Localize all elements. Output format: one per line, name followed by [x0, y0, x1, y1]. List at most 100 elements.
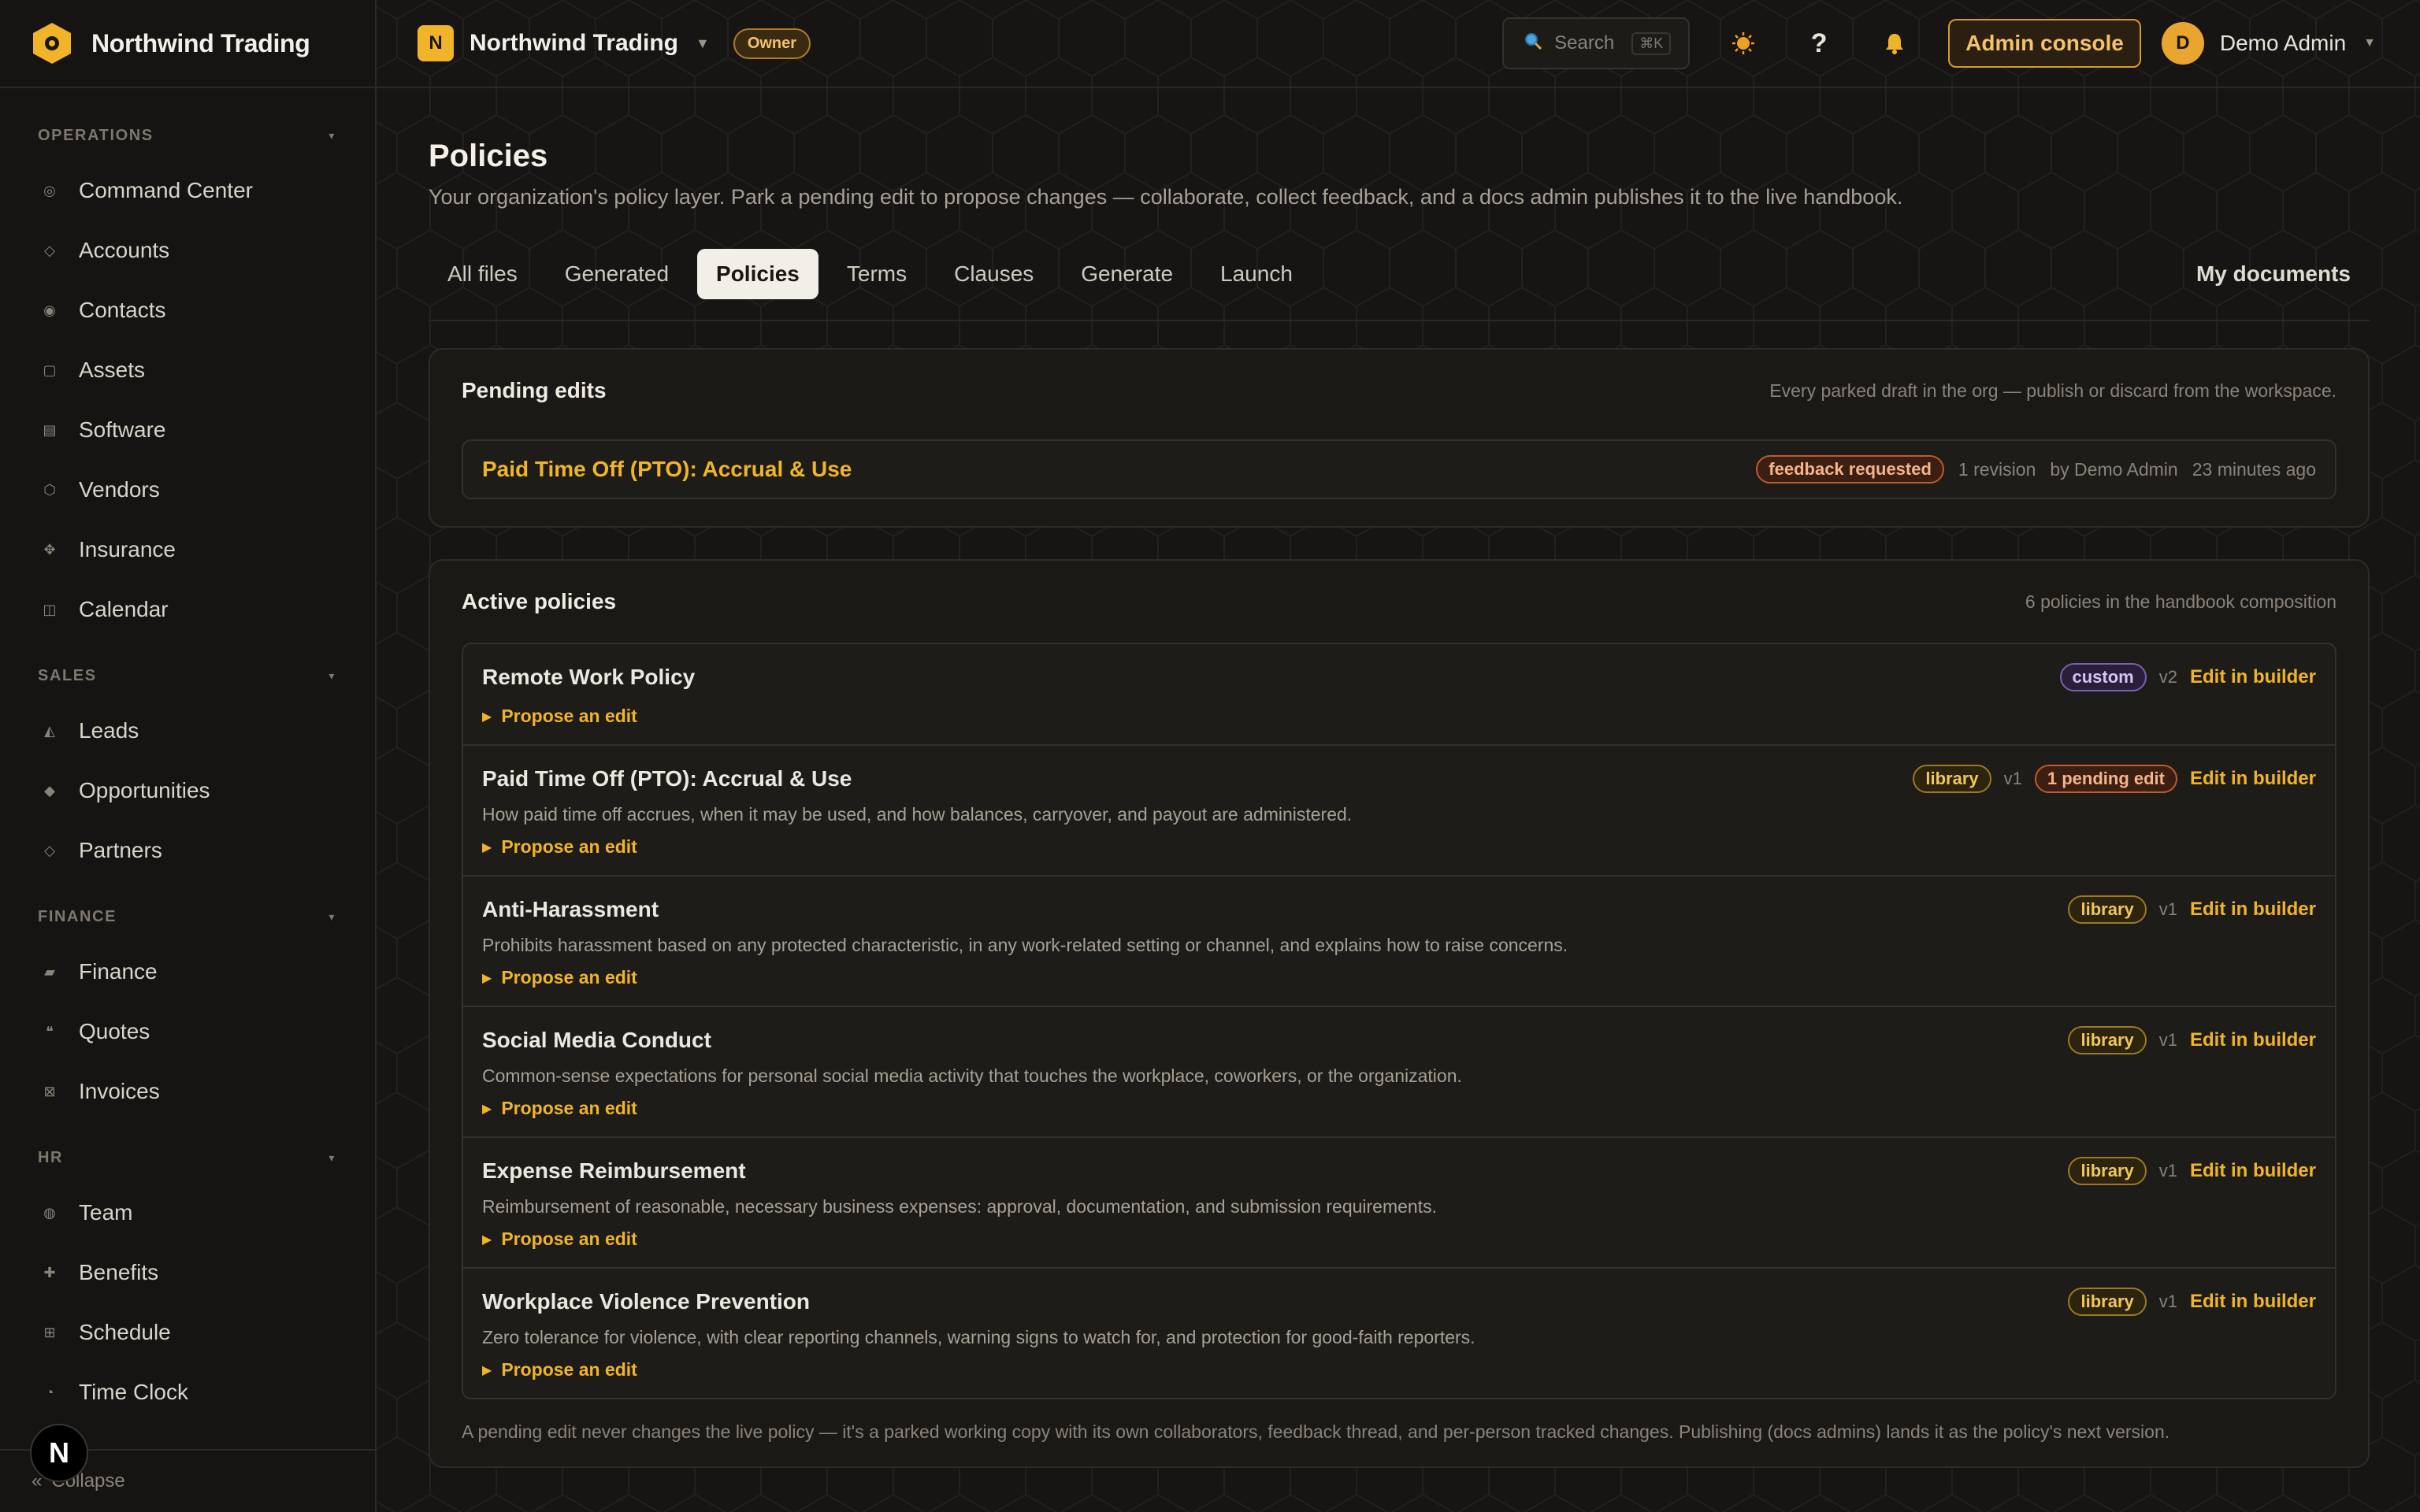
sidebar-item-contacts[interactable]: ◉ Contacts — [0, 280, 375, 340]
sidebar-item-leads[interactable]: ◭ Leads — [0, 701, 375, 761]
pending-edits-title: Pending edits — [462, 378, 607, 402]
theme-toggle-icon[interactable] — [1721, 21, 1765, 65]
tab-all-files[interactable]: All files — [429, 249, 536, 299]
policy-row: Expense Reimbursement library v1 Edit in bu… — [463, 1138, 2335, 1269]
search-icon — [1523, 31, 1543, 57]
propose-edit-toggle[interactable]: ▶ Propose an edit — [482, 967, 2316, 988]
admin-console-button[interactable]: Admin console — [1948, 19, 2141, 68]
chevron-down-icon[interactable]: ▾ — [328, 910, 336, 924]
chevron-down-icon[interactable]: ▾ — [328, 669, 336, 683]
nav-section-header[interactable]: SALES ▾ — [0, 658, 375, 693]
floating-n-badge[interactable]: N — [30, 1424, 88, 1482]
policy-name[interactable]: Anti-Harassment — [482, 897, 659, 922]
nav-section-header[interactable]: HR ▾ — [0, 1140, 375, 1175]
sidebar-item-accounts[interactable]: ◇ Accounts — [0, 220, 375, 280]
pending-edits-card: Pending edits Every parked draft in the … — [429, 348, 2370, 528]
propose-edit-label: Propose an edit — [501, 836, 637, 857]
sidebar-item-insurance[interactable]: ✥ Insurance — [0, 520, 375, 580]
policy-meta: library v1 Edit in builder — [2068, 1288, 2316, 1316]
role-badge: Owner — [733, 28, 811, 59]
sidebar-item-label: Time Clock — [79, 1380, 188, 1404]
sidebar-item-software[interactable]: ▤ Software — [0, 400, 375, 460]
pending-edit-title[interactable]: Paid Time Off (PTO): Accrual & Use — [482, 457, 852, 482]
help-icon[interactable]: ? — [1797, 21, 1841, 65]
dot-icon: ◉ — [43, 302, 56, 318]
sidebar-item-time-clock[interactable]: ◔ Time Clock — [0, 1362, 375, 1422]
tab-generated[interactable]: Generated — [546, 249, 688, 299]
user-menu[interactable]: Demo Admin — [2220, 31, 2346, 56]
notifications-bell-icon[interactable] — [1873, 21, 1917, 65]
policy-name[interactable]: Social Media Conduct — [482, 1028, 711, 1053]
nav-section-header[interactable]: OPERATIONS ▾ — [0, 118, 375, 153]
edit-in-builder-link[interactable]: Edit in builder — [2190, 1160, 2316, 1182]
policy-header: Workplace Violence Prevention library v1 Ed… — [482, 1288, 2316, 1316]
sidebar-item-benefits[interactable]: ✚ Benefits — [0, 1243, 375, 1303]
sidebar-item-label: Quotes — [79, 1019, 150, 1043]
policy-name[interactable]: Paid Time Off (PTO): Accrual & Use — [482, 766, 852, 791]
edit-in-builder-link[interactable]: Edit in builder — [2190, 768, 2316, 790]
policy-source-badge: library — [2068, 1026, 2147, 1054]
diamond-filled-icon: ◆ — [44, 782, 55, 799]
hexagon-icon: ⬡ — [43, 481, 56, 498]
sidebar-item-team[interactable]: ◍ Team — [0, 1183, 375, 1243]
edit-in-builder-link[interactable]: Edit in builder — [2190, 1291, 2316, 1313]
tab-launch[interactable]: Launch — [1201, 249, 1312, 299]
user-caret-icon[interactable]: ▼ — [2363, 36, 2376, 50]
tab-terms[interactable]: Terms — [828, 249, 926, 299]
policy-description: How paid time off accrues, when it may b… — [482, 804, 1353, 825]
policy-source-badge: library — [2068, 1157, 2147, 1185]
propose-edit-toggle[interactable]: ▶ Propose an edit — [482, 836, 2316, 858]
sidebar-item-label: Leads — [79, 718, 139, 743]
sidebar-item-invoices[interactable]: ⊠ Invoices — [0, 1062, 375, 1121]
user-avatar[interactable]: D — [2161, 22, 2204, 65]
propose-edit-toggle[interactable]: ▶ Propose an edit — [482, 1359, 2316, 1380]
sidebar: Northwind Trading OPERATIONS ▾ ◎ Command Ce… — [0, 0, 377, 1512]
pending-edit-row[interactable]: Paid Time Off (PTO): Accrual & Use feedb… — [462, 439, 2336, 499]
policy-description: Reimbursement of reasonable, necessary b… — [482, 1196, 1437, 1217]
sidebar-item-command-center[interactable]: ◎ Command Center — [0, 161, 375, 220]
sidebar-item-label: Invoices — [79, 1079, 160, 1103]
plus-icon: ✚ — [43, 1264, 56, 1280]
policy-name[interactable]: Workplace Violence Prevention — [482, 1289, 810, 1314]
disclosure-triangle-icon: ▶ — [482, 1102, 492, 1116]
policy-name[interactable]: Remote Work Policy — [482, 665, 695, 690]
sidebar-item-schedule[interactable]: ⊞ Schedule — [0, 1303, 375, 1362]
tab-generate[interactable]: Generate — [1062, 249, 1192, 299]
disclosure-triangle-icon: ▶ — [482, 971, 492, 985]
sidebar-item-partners[interactable]: ◇ Partners — [0, 821, 375, 880]
propose-edit-toggle[interactable]: ▶ Propose an edit — [482, 1228, 2316, 1250]
org-switcher[interactable]: Northwind Trading — [470, 30, 678, 57]
sidebar-item-calendar[interactable]: ◫ Calendar — [0, 580, 375, 639]
org-avatar[interactable]: N — [418, 25, 454, 61]
sidebar-item-finance[interactable]: ▰ Finance — [0, 942, 375, 1002]
tab-policies[interactable]: Policies — [697, 249, 818, 299]
propose-edit-toggle[interactable]: ▶ Propose an edit — [482, 1098, 2316, 1119]
disclosure-triangle-icon: ▶ — [482, 1363, 492, 1377]
propose-edit-label: Propose an edit — [501, 1359, 637, 1380]
sidebar-item-vendors[interactable]: ⬡ Vendors — [0, 460, 375, 520]
policy-name[interactable]: Expense Reimbursement — [482, 1158, 746, 1184]
nav-section-header[interactable]: FINANCE ▾ — [0, 899, 375, 934]
target-icon: ◎ — [43, 182, 56, 198]
policy-header: Remote Work Policy custom v2 Edit in builde… — [482, 663, 2316, 691]
brand[interactable]: Northwind Trading — [0, 0, 375, 88]
chevron-down-icon[interactable]: ▾ — [328, 1151, 336, 1165]
sidebar-item-label: Assets — [79, 358, 146, 382]
chevron-down-icon[interactable]: ▾ — [328, 129, 336, 143]
pending-time: 23 minutes ago — [2192, 458, 2316, 480]
sidebar-item-assets[interactable]: ▢ Assets — [0, 340, 375, 400]
tab-my-documents[interactable]: My documents — [2177, 249, 2370, 299]
sidebar-item-label: Vendors — [79, 477, 160, 502]
policy-version: v1 — [2158, 899, 2177, 919]
org-caret-icon[interactable]: ▼ — [696, 35, 710, 52]
policy-meta: library v1 Edit in builder — [2068, 1026, 2316, 1054]
propose-edit-toggle[interactable]: ▶ Propose an edit — [482, 706, 2316, 727]
disclosure-triangle-icon: ▶ — [482, 710, 492, 724]
edit-in-builder-link[interactable]: Edit in builder — [2190, 899, 2316, 921]
search-input[interactable]: Search ⌘K — [1502, 17, 1691, 69]
sidebar-item-quotes[interactable]: ❝ Quotes — [0, 1002, 375, 1062]
sidebar-item-opportunities[interactable]: ◆ Opportunities — [0, 761, 375, 821]
tab-clauses[interactable]: Clauses — [935, 249, 1052, 299]
edit-in-builder-link[interactable]: Edit in builder — [2190, 666, 2316, 688]
edit-in-builder-link[interactable]: Edit in builder — [2190, 1029, 2316, 1051]
